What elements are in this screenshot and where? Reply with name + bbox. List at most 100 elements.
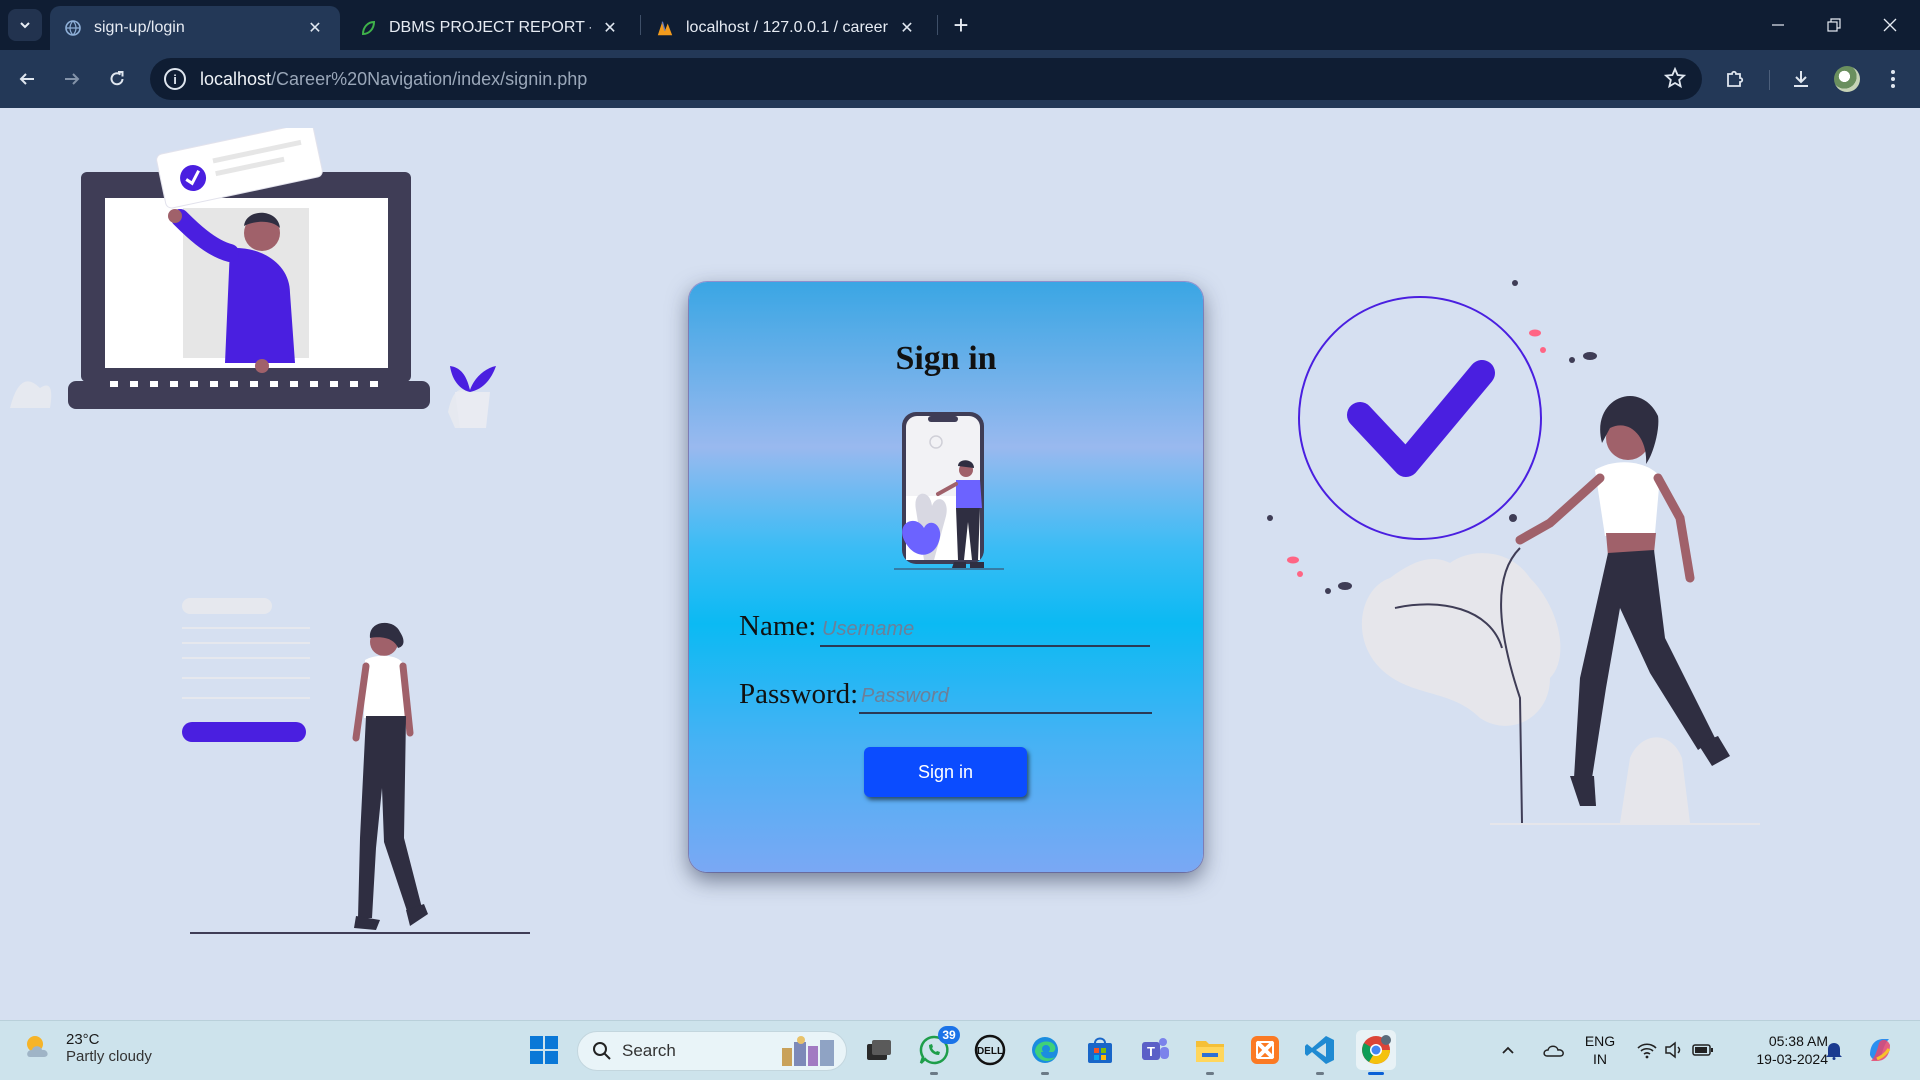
copilot-icon	[1870, 1039, 1891, 1061]
more-vert-icon	[1891, 70, 1895, 88]
tab-search-button[interactable]	[8, 9, 42, 41]
browser-tab-strip: sign-up/login ✕ DBMS PROJECT REPORT - On…	[0, 0, 1920, 50]
reload-button[interactable]	[100, 62, 134, 96]
minimize-button[interactable]	[1750, 0, 1806, 50]
edge-icon	[1032, 1037, 1058, 1063]
new-tab-button[interactable]: +	[946, 10, 976, 40]
tab-divider	[640, 15, 641, 35]
close-window-button[interactable]	[1862, 0, 1918, 50]
minimize-icon	[1772, 24, 1784, 26]
signin-button[interactable]: Sign in	[864, 747, 1027, 797]
onedrive-button[interactable]	[1536, 1030, 1572, 1070]
arrow-left-icon	[19, 73, 34, 85]
teams-taskbar-icon[interactable]: T	[1135, 1030, 1175, 1070]
bookmark-star-icon[interactable]	[1663, 66, 1687, 94]
notifications-button[interactable]	[1816, 1030, 1852, 1070]
browser-menu-button[interactable]	[1876, 62, 1910, 96]
restore-button[interactable]	[1806, 0, 1862, 50]
copilot-button[interactable]	[1860, 1030, 1900, 1070]
close-tab-icon[interactable]: ✕	[599, 17, 621, 39]
tab-title: DBMS PROJECT REPORT - Onlin	[389, 19, 591, 36]
extensions-button[interactable]	[1718, 62, 1752, 96]
microsoft-store-icon	[1088, 1037, 1112, 1063]
tab-dbms-report[interactable]: DBMS PROJECT REPORT - Onlin ✕	[345, 6, 635, 50]
search-label: Search	[622, 1041, 676, 1060]
phone-user-illustration	[894, 412, 1004, 570]
weather-widget[interactable]: 23°C Partly cloudy	[22, 1031, 152, 1065]
signin-card: Sign in Name: Password: Sign in	[689, 282, 1203, 872]
language-indicator[interactable]: ENG IN	[1580, 1032, 1620, 1068]
downloads-button[interactable]	[1784, 62, 1818, 96]
profile-avatar[interactable]	[1834, 66, 1860, 92]
task-view-icon	[867, 1040, 891, 1060]
browser-toolbar: i localhost/Career%20Navigation/index/si…	[0, 50, 1920, 108]
quick-settings-button[interactable]	[1630, 1030, 1720, 1070]
leaf-icon	[359, 19, 377, 37]
vscode-icon	[1305, 1036, 1334, 1064]
address-url: localhost/Career%20Navigation/index/sign…	[200, 68, 588, 89]
clock-time: 05:38 AM	[1768, 1033, 1828, 1049]
partly-cloudy-icon	[27, 1036, 48, 1057]
close-tab-icon[interactable]: ✕	[304, 17, 326, 39]
puzzle-icon	[1727, 70, 1744, 87]
chrome-icon	[1362, 1035, 1391, 1064]
teams-icon: T	[1142, 1038, 1169, 1060]
search-highlight-icon	[782, 1036, 834, 1066]
clock[interactable]: 05:38 AM 19-03-2024	[1738, 1032, 1828, 1068]
folder-icon	[1196, 1041, 1224, 1062]
clock-date: 19-03-2024	[1756, 1051, 1828, 1067]
address-bar[interactable]: i localhost/Career%20Navigation/index/si…	[150, 58, 1702, 100]
bell-icon	[1826, 1043, 1842, 1060]
toolbar-divider	[1769, 70, 1770, 90]
weather-condition: Partly cloudy	[66, 1048, 152, 1065]
tab-signup-login[interactable]: sign-up/login ✕	[50, 6, 340, 50]
dell-taskbar-icon[interactable]: DELL	[970, 1030, 1010, 1070]
reload-icon	[110, 71, 124, 86]
phpmyadmin-icon	[656, 19, 674, 37]
standing-woman-illustration	[182, 598, 530, 934]
tab-divider	[937, 15, 938, 35]
start-button[interactable]	[524, 1030, 564, 1070]
forward-button[interactable]	[55, 62, 89, 96]
arrow-right-icon	[65, 73, 80, 85]
svg-text:DELL: DELL	[977, 1046, 1003, 1057]
weather-temp: 23°C	[66, 1031, 100, 1048]
back-button[interactable]	[10, 62, 44, 96]
checkmark-woman-illustration	[1267, 280, 1760, 825]
password-label: Password:	[739, 678, 859, 710]
globe-icon	[64, 19, 82, 37]
site-info-icon[interactable]: i	[164, 68, 186, 90]
restore-icon	[1827, 18, 1841, 32]
vscode-taskbar-icon[interactable]	[1300, 1030, 1340, 1075]
edge-taskbar-icon[interactable]	[1025, 1030, 1065, 1075]
dell-icon: DELL	[974, 1034, 1006, 1066]
signin-page: Sign in Name: Password: Sign in	[0, 108, 1920, 1020]
tab-title: sign-up/login	[94, 19, 185, 36]
name-label: Name:	[739, 610, 817, 642]
username-input[interactable]	[820, 613, 1150, 647]
windows-logo-icon	[530, 1036, 558, 1064]
whatsapp-taskbar-icon[interactable]: 39	[914, 1026, 960, 1075]
region-code: IN	[1593, 1051, 1607, 1067]
taskbar-search[interactable]: Search	[577, 1031, 847, 1071]
wifi-icon	[1637, 1043, 1657, 1059]
show-hidden-icons-button[interactable]	[1493, 1030, 1523, 1070]
tab-phpmyadmin[interactable]: localhost / 127.0.0.1 / career / jc ✕	[642, 6, 932, 50]
xampp-taskbar-icon[interactable]	[1245, 1030, 1285, 1070]
cloud-icon	[1543, 1045, 1564, 1057]
laptop-checkmark-illustration	[10, 128, 496, 428]
windows-taskbar: 23°C Partly cloudy Search 39 DELL T ENG …	[0, 1020, 1920, 1080]
store-taskbar-icon[interactable]	[1080, 1030, 1120, 1070]
close-icon	[1883, 18, 1897, 32]
chevron-down-icon	[20, 22, 30, 29]
volume-icon	[1665, 1041, 1681, 1059]
chevron-up-icon	[1502, 1046, 1514, 1054]
password-input[interactable]	[859, 680, 1152, 714]
download-icon	[1794, 71, 1808, 87]
close-tab-icon[interactable]: ✕	[896, 17, 918, 39]
task-view-button[interactable]	[859, 1030, 899, 1070]
search-icon	[593, 1042, 611, 1060]
xampp-icon	[1251, 1036, 1279, 1064]
file-explorer-taskbar-icon[interactable]	[1190, 1030, 1230, 1075]
chrome-taskbar-icon[interactable]	[1356, 1030, 1396, 1075]
